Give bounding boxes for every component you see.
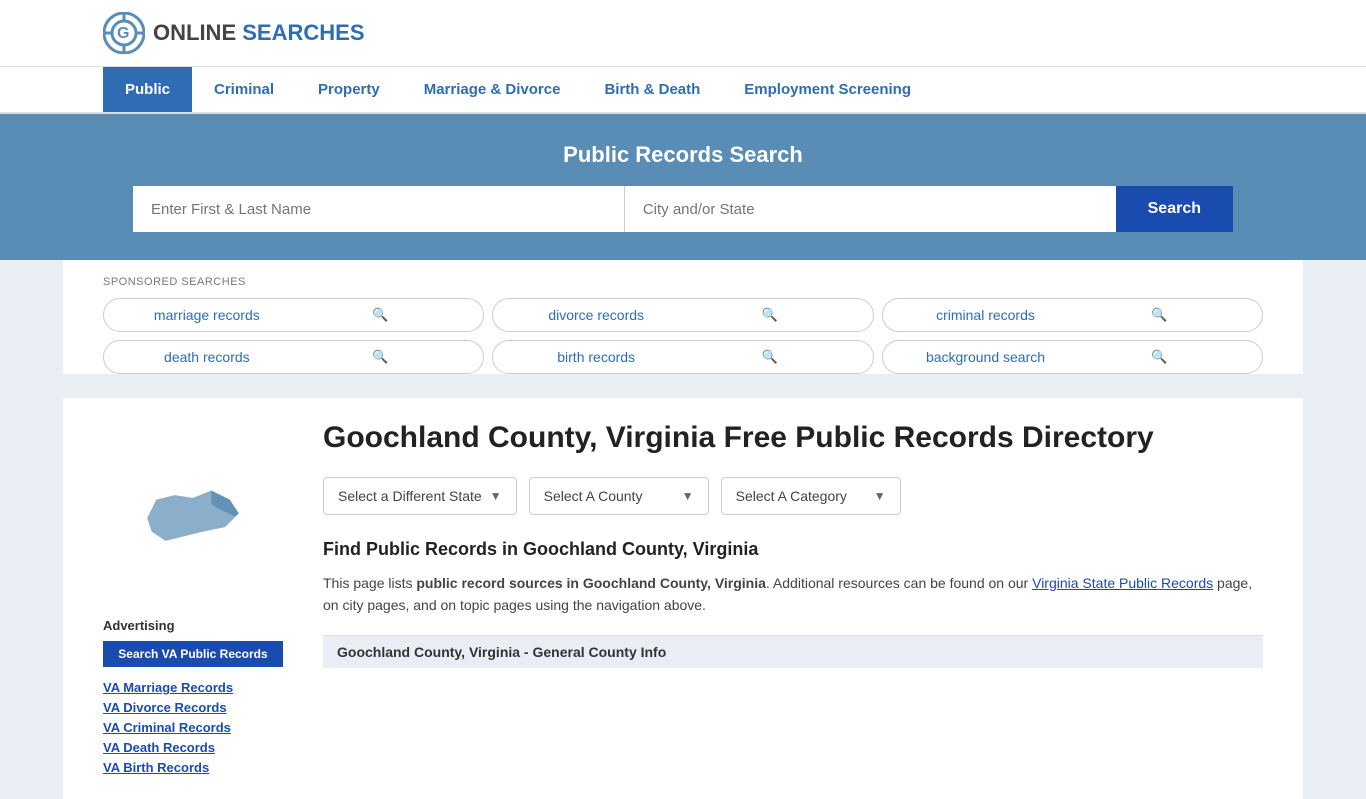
section-heading-bar: Goochland County, Virginia - General Cou… bbox=[323, 636, 1263, 668]
chevron-down-icon: ▼ bbox=[490, 489, 502, 503]
find-records-heading: Find Public Records in Goochland County,… bbox=[323, 539, 1263, 560]
sidebar-link-va-marriage[interactable]: VA Marriage Records bbox=[103, 679, 283, 695]
pill-birth-records[interactable]: birth records 🔍 bbox=[492, 340, 873, 374]
nav-item-marriage-divorce[interactable]: Marriage & Divorce bbox=[402, 67, 583, 112]
search-icon: 🔍 bbox=[1072, 307, 1246, 323]
search-icon: 🔍 bbox=[294, 349, 468, 365]
main-content: Goochland County, Virginia Free Public R… bbox=[303, 398, 1263, 799]
search-banner-title: Public Records Search bbox=[40, 142, 1326, 168]
chevron-down-icon: ▼ bbox=[874, 489, 886, 503]
location-input[interactable] bbox=[625, 186, 1116, 232]
category-dropdown[interactable]: Select A Category ▼ bbox=[721, 477, 901, 515]
name-input[interactable] bbox=[133, 186, 625, 232]
va-map bbox=[138, 478, 248, 558]
dropdowns-row: Select a Different State ▼ Select A Coun… bbox=[323, 477, 1263, 515]
virginia-records-link[interactable]: Virginia State Public Records bbox=[1032, 575, 1213, 591]
sidebar-link-va-divorce[interactable]: VA Divorce Records bbox=[103, 699, 283, 715]
sponsored-pills: marriage records 🔍 divorce records 🔍 cri… bbox=[103, 298, 1263, 374]
logo-text: ONLINE SEARCHES bbox=[153, 20, 365, 46]
logo-icon: G bbox=[103, 12, 145, 54]
nav-item-employment[interactable]: Employment Screening bbox=[722, 67, 933, 112]
find-records-text: This page lists public record sources in… bbox=[323, 572, 1263, 617]
nav-item-criminal[interactable]: Criminal bbox=[192, 67, 296, 112]
search-icon: 🔍 bbox=[683, 307, 857, 323]
svg-text:G: G bbox=[117, 25, 129, 42]
find-records-section: Find Public Records in Goochland County,… bbox=[323, 539, 1263, 617]
sidebar-links: VA Marriage Records VA Divorce Records V… bbox=[103, 679, 283, 775]
nav-item-birth-death[interactable]: Birth & Death bbox=[582, 67, 722, 112]
search-form: Search bbox=[133, 186, 1233, 232]
sidebar-link-va-death[interactable]: VA Death Records bbox=[103, 739, 283, 755]
pill-marriage-records[interactable]: marriage records 🔍 bbox=[103, 298, 484, 332]
search-button[interactable]: Search bbox=[1116, 186, 1233, 232]
search-icon: 🔍 bbox=[294, 307, 468, 323]
sidebar-link-va-birth[interactable]: VA Birth Records bbox=[103, 759, 283, 775]
sidebar-link-va-criminal[interactable]: VA Criminal Records bbox=[103, 719, 283, 735]
pill-criminal-records[interactable]: criminal records 🔍 bbox=[882, 298, 1263, 332]
county-dropdown[interactable]: Select A County ▼ bbox=[529, 477, 709, 515]
nav-item-public[interactable]: Public bbox=[103, 67, 192, 112]
sidebar-ad-button[interactable]: Search VA Public Records bbox=[103, 641, 283, 667]
chevron-down-icon: ▼ bbox=[682, 489, 694, 503]
search-icon: 🔍 bbox=[1072, 349, 1246, 365]
nav-item-property[interactable]: Property bbox=[296, 67, 402, 112]
sidebar-advertising-label: Advertising bbox=[103, 618, 283, 633]
search-icon: 🔍 bbox=[683, 349, 857, 365]
pill-death-records[interactable]: death records 🔍 bbox=[103, 340, 484, 374]
sponsored-label: SPONSORED SEARCHES bbox=[103, 276, 1263, 288]
state-dropdown[interactable]: Select a Different State ▼ bbox=[323, 477, 517, 515]
pill-background-search[interactable]: background search 🔍 bbox=[882, 340, 1263, 374]
pill-divorce-records[interactable]: divorce records 🔍 bbox=[492, 298, 873, 332]
county-title: Goochland County, Virginia Free Public R… bbox=[323, 418, 1263, 457]
logo: G ONLINE SEARCHES bbox=[103, 12, 365, 54]
